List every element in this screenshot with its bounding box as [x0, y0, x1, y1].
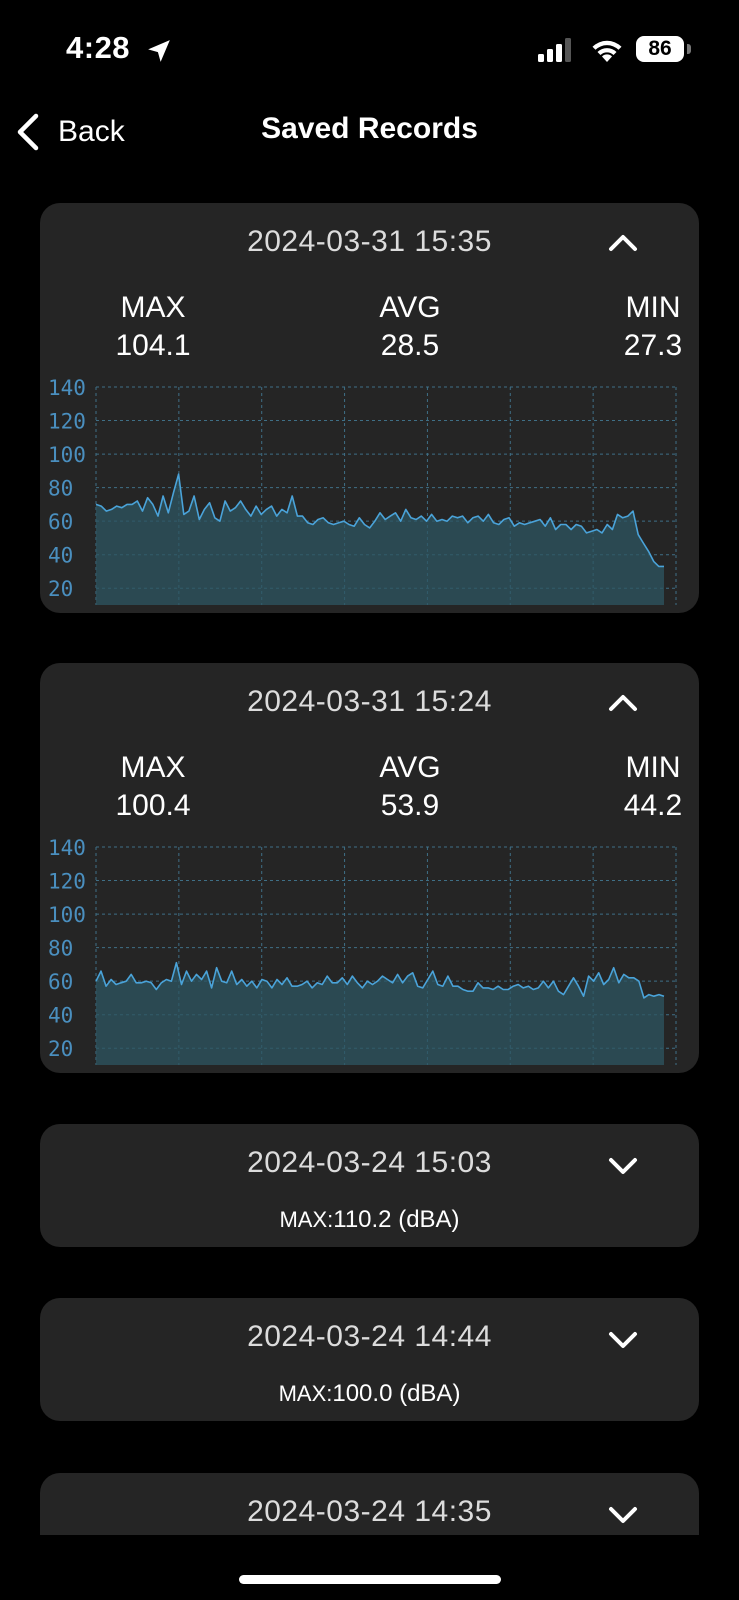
status-bar: 4:28 86 [0, 0, 739, 100]
max-summary: MAX:100.0 (dBA) [40, 1380, 699, 1408]
y-tick-label: 140 [48, 839, 86, 860]
y-tick-label: 100 [48, 903, 86, 927]
max-value: 104.1 [115, 329, 191, 362]
record-card[interactable]: 2024-03-31 15:24 MAX 100.4 AVG 53.9 MIN … [40, 663, 699, 1073]
record-date: 2024-03-31 15:35 [247, 225, 492, 258]
min-label: MIN [625, 751, 681, 784]
min-value: 44.2 [623, 789, 683, 822]
battery-indicator: 86 [636, 36, 684, 62]
home-indicator[interactable] [239, 1575, 501, 1584]
cellular-signal-icon [538, 38, 571, 62]
bottom-bar [0, 1535, 739, 1600]
location-arrow-icon [148, 40, 170, 62]
summary-value: 100.0 (dBA) [332, 1380, 461, 1407]
avg-stat: AVG 53.9 [330, 749, 490, 825]
record-date: 2024-03-24 15:03 [247, 1146, 492, 1179]
max-summary: MAX:110.2 (dBA) [40, 1206, 699, 1234]
record-card[interactable]: 2024-03-31 15:35 MAX 104.1 AVG 28.5 MIN … [40, 203, 699, 613]
y-tick-label: 20 [48, 577, 73, 601]
battery-tip [687, 44, 691, 54]
navigation-bar: Back Saved Records [0, 100, 739, 170]
chevron-up-icon[interactable] [606, 691, 640, 713]
chevron-down-icon[interactable] [606, 1505, 640, 1527]
avg-stat: AVG 28.5 [330, 289, 490, 365]
y-tick-label: 60 [48, 970, 73, 994]
max-stat: MAX 104.1 [73, 289, 233, 365]
y-tick-label: 40 [48, 544, 73, 568]
y-tick-label: 120 [48, 870, 86, 894]
wifi-icon [592, 40, 622, 62]
y-tick-label: 80 [48, 937, 73, 961]
min-label: MIN [625, 291, 681, 324]
decibel-chart: 140 120 100 80 60 40 20 [48, 379, 677, 605]
y-tick-label: 80 [48, 477, 73, 501]
min-stat: MIN 44.2 [573, 749, 733, 825]
y-tick-label: 20 [48, 1037, 73, 1061]
max-stat: MAX 100.4 [73, 749, 233, 825]
record-card[interactable]: 2024-03-24 14:44 MAX:100.0 (dBA) [40, 1298, 699, 1421]
max-value: 100.4 [115, 789, 191, 822]
record-date: 2024-03-31 15:24 [247, 685, 492, 718]
min-value: 27.3 [623, 329, 683, 362]
page-title: Saved Records [261, 112, 478, 145]
chevron-up-icon[interactable] [606, 231, 640, 253]
avg-label: AVG [379, 751, 441, 784]
y-tick-label: 140 [48, 379, 86, 400]
summary-label: MAX: [278, 1381, 333, 1406]
y-tick-label: 120 [48, 410, 86, 434]
saved-records-screen: 4:28 86 Back Saved Records 2024-03-31 15… [0, 0, 739, 1600]
chevron-down-icon[interactable] [606, 1330, 640, 1352]
y-tick-label: 100 [48, 443, 86, 467]
y-tick-label: 60 [48, 510, 73, 534]
record-date: 2024-03-24 14:44 [247, 1320, 492, 1353]
min-stat: MIN 27.3 [573, 289, 733, 365]
max-label: MAX [120, 751, 186, 784]
summary-label: MAX: [279, 1207, 334, 1232]
avg-value: 53.9 [380, 789, 440, 822]
decibel-chart: 140 120 100 80 60 40 20 [48, 839, 677, 1065]
chevron-down-icon[interactable] [606, 1156, 640, 1178]
summary-value: 110.2 (dBA) [333, 1206, 460, 1233]
max-label: MAX [120, 291, 186, 324]
avg-value: 28.5 [380, 329, 440, 362]
record-card[interactable]: 2024-03-24 15:03 MAX:110.2 (dBA) [40, 1124, 699, 1247]
avg-label: AVG [379, 291, 441, 324]
y-tick-label: 40 [48, 1004, 73, 1028]
status-time: 4:28 [66, 30, 131, 65]
record-date: 2024-03-24 14:35 [247, 1495, 492, 1528]
